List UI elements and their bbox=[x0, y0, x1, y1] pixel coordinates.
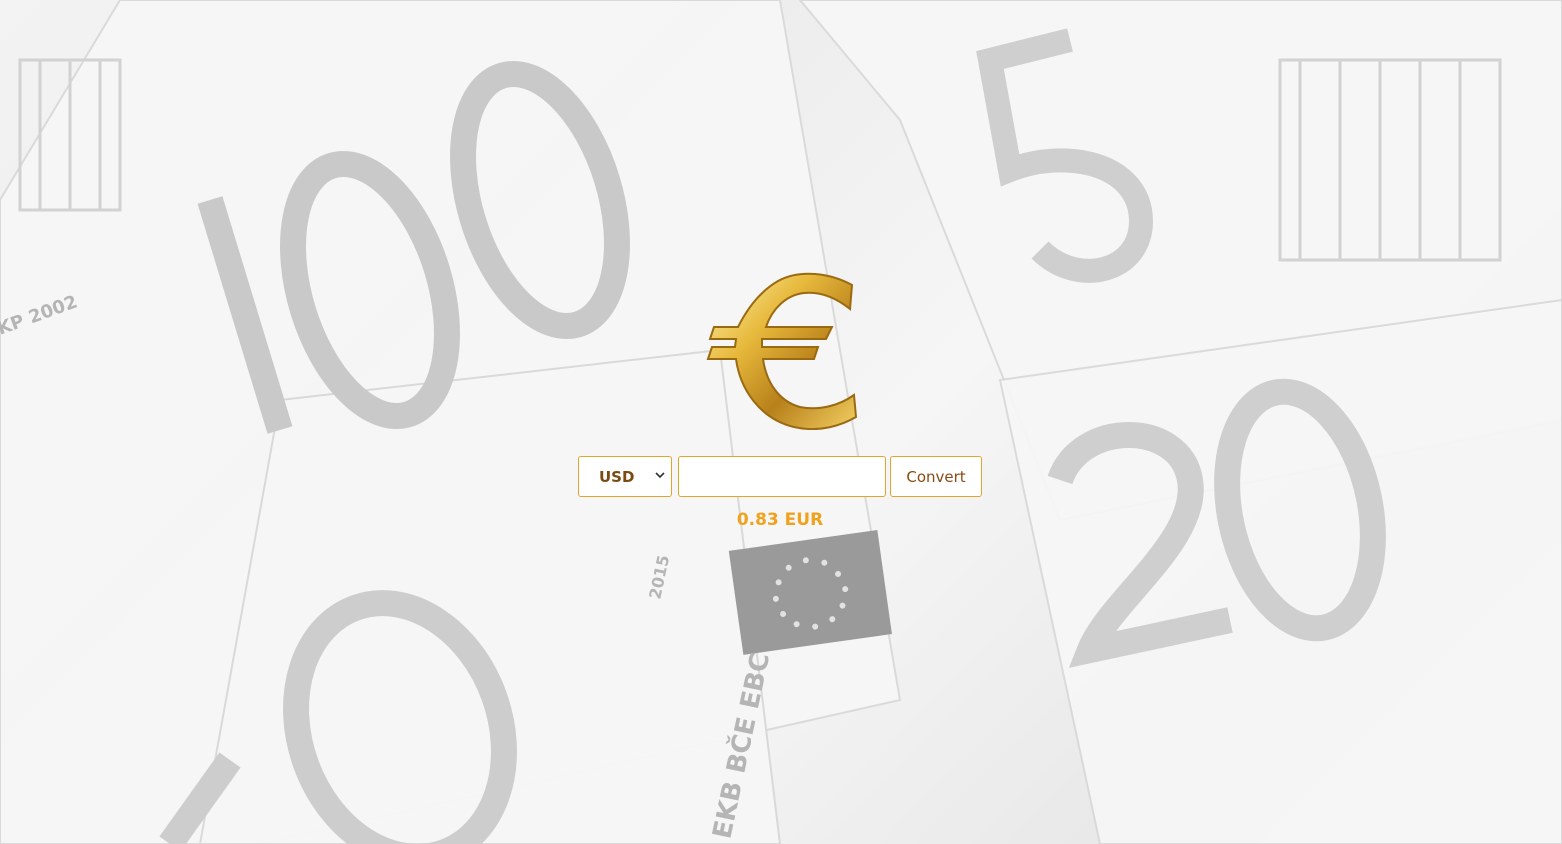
euro-sign-icon bbox=[700, 265, 862, 431]
converter-form: USD Convert bbox=[578, 456, 982, 497]
conversion-result: 0.83 EUR bbox=[736, 510, 824, 530]
convert-button[interactable]: Convert bbox=[890, 456, 982, 497]
converter-page: USD Convert 0.83 EUR bbox=[0, 0, 1562, 844]
amount-input[interactable] bbox=[678, 456, 886, 497]
currency-select[interactable]: USD bbox=[578, 456, 672, 497]
chevron-down-icon bbox=[655, 472, 665, 479]
currency-select-value: USD bbox=[599, 467, 635, 486]
